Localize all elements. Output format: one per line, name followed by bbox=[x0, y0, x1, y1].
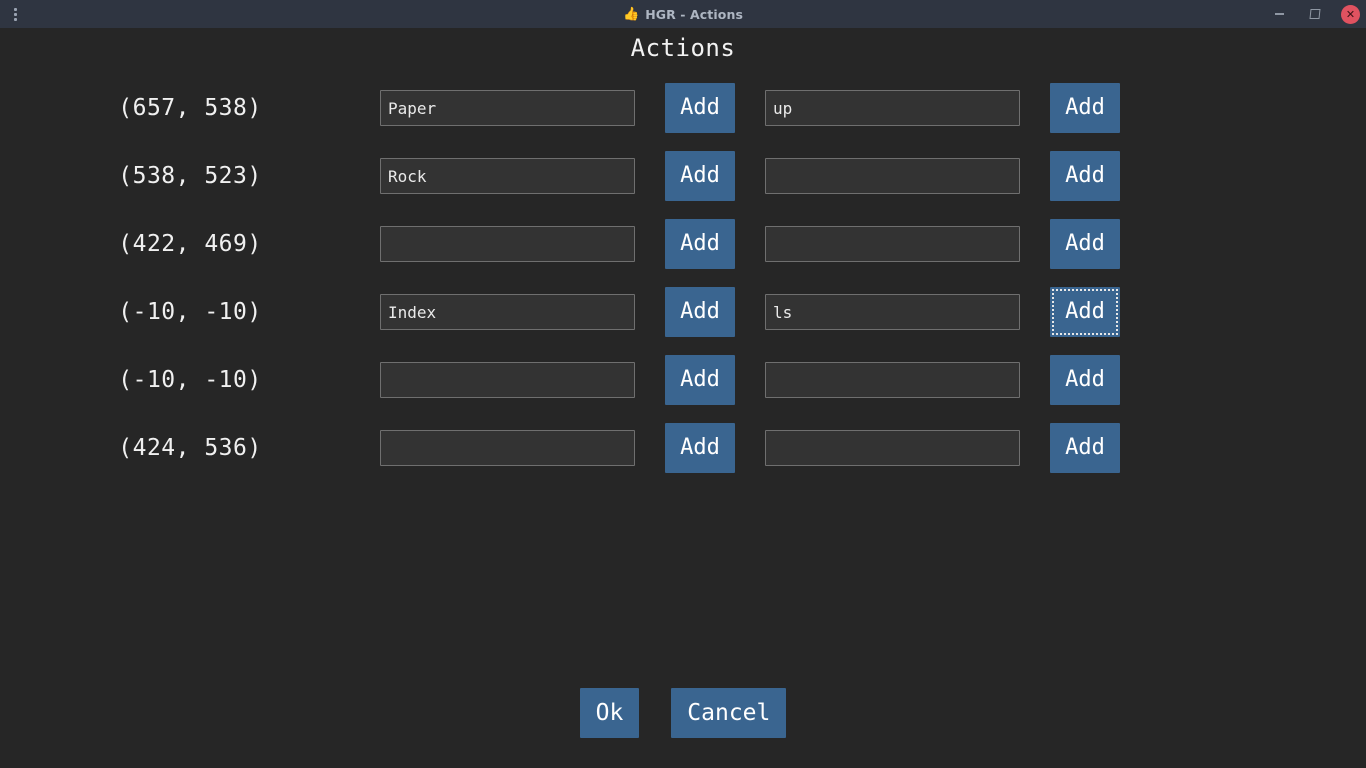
gesture-add-button[interactable]: Add bbox=[665, 219, 735, 269]
action-input[interactable] bbox=[765, 158, 1020, 194]
dialog-footer: Ok Cancel bbox=[0, 688, 1366, 738]
ok-button[interactable]: Ok bbox=[579, 688, 640, 738]
action-add-button[interactable]: Add bbox=[1050, 423, 1120, 473]
menu-dot bbox=[13, 7, 17, 11]
gesture-add-button[interactable]: Add bbox=[665, 151, 735, 201]
coordinate-label: (422, 469) bbox=[118, 231, 262, 257]
action-add-button[interactable]: Add bbox=[1050, 151, 1120, 201]
gesture-input[interactable] bbox=[380, 158, 635, 194]
gesture-input[interactable] bbox=[380, 294, 635, 330]
window-titlebar: 👍 HGR - Actions ✕ bbox=[0, 0, 1366, 28]
action-input[interactable] bbox=[765, 362, 1020, 398]
gesture-add-button[interactable]: Add bbox=[665, 423, 735, 473]
menu-dot bbox=[13, 12, 17, 16]
menu-dot bbox=[13, 17, 17, 21]
action-input[interactable] bbox=[765, 90, 1020, 126]
page-title: Actions bbox=[630, 34, 736, 62]
overflow-menu-icon[interactable] bbox=[0, 0, 30, 28]
window-title: HGR - Actions bbox=[645, 6, 743, 22]
action-add-button[interactable]: Add bbox=[1050, 355, 1120, 405]
gesture-input[interactable] bbox=[380, 226, 635, 262]
action-rows-list: (657, 538)AddAdd(538, 523)AddAdd(422, 46… bbox=[0, 74, 1366, 482]
window-title-group: 👍 HGR - Actions bbox=[0, 0, 1366, 28]
action-input[interactable] bbox=[765, 226, 1020, 262]
close-button[interactable]: ✕ bbox=[1341, 4, 1360, 24]
gesture-input[interactable] bbox=[380, 362, 635, 398]
coordinate-label: (-10, -10) bbox=[118, 367, 262, 393]
action-row: (538, 523) Add Add bbox=[0, 142, 1366, 210]
gesture-add-button[interactable]: Add bbox=[665, 287, 735, 337]
action-add-button[interactable]: Add bbox=[1050, 83, 1120, 133]
action-row: (424, 536) Add Add bbox=[0, 414, 1366, 482]
action-row: (-10, -10) Add Add bbox=[0, 278, 1366, 346]
window-controls: ✕ bbox=[1269, 0, 1360, 28]
coordinate-label: (-10, -10) bbox=[118, 299, 262, 325]
gesture-add-button[interactable]: Add bbox=[665, 83, 735, 133]
coordinate-label: (657, 538) bbox=[118, 95, 262, 121]
action-row: (-10, -10) Add Add bbox=[0, 346, 1366, 414]
gesture-input[interactable] bbox=[380, 90, 635, 126]
action-add-button[interactable]: Add bbox=[1050, 219, 1120, 269]
cancel-button[interactable]: Cancel bbox=[671, 688, 787, 738]
minimize-button[interactable] bbox=[1269, 4, 1289, 24]
coordinate-label: (538, 523) bbox=[118, 163, 262, 189]
action-input[interactable] bbox=[765, 294, 1020, 330]
gesture-add-button[interactable]: Add bbox=[665, 355, 735, 405]
gesture-input[interactable] bbox=[380, 430, 635, 466]
coordinate-label: (424, 536) bbox=[118, 435, 262, 461]
action-row: (422, 469) Add Add bbox=[0, 210, 1366, 278]
maximize-button[interactable] bbox=[1305, 4, 1325, 24]
thumbs-up-icon: 👍 bbox=[623, 6, 640, 22]
action-input[interactable] bbox=[765, 430, 1020, 466]
action-add-button[interactable]: Add bbox=[1050, 287, 1120, 337]
action-row: (657, 538) Add Add bbox=[0, 74, 1366, 142]
